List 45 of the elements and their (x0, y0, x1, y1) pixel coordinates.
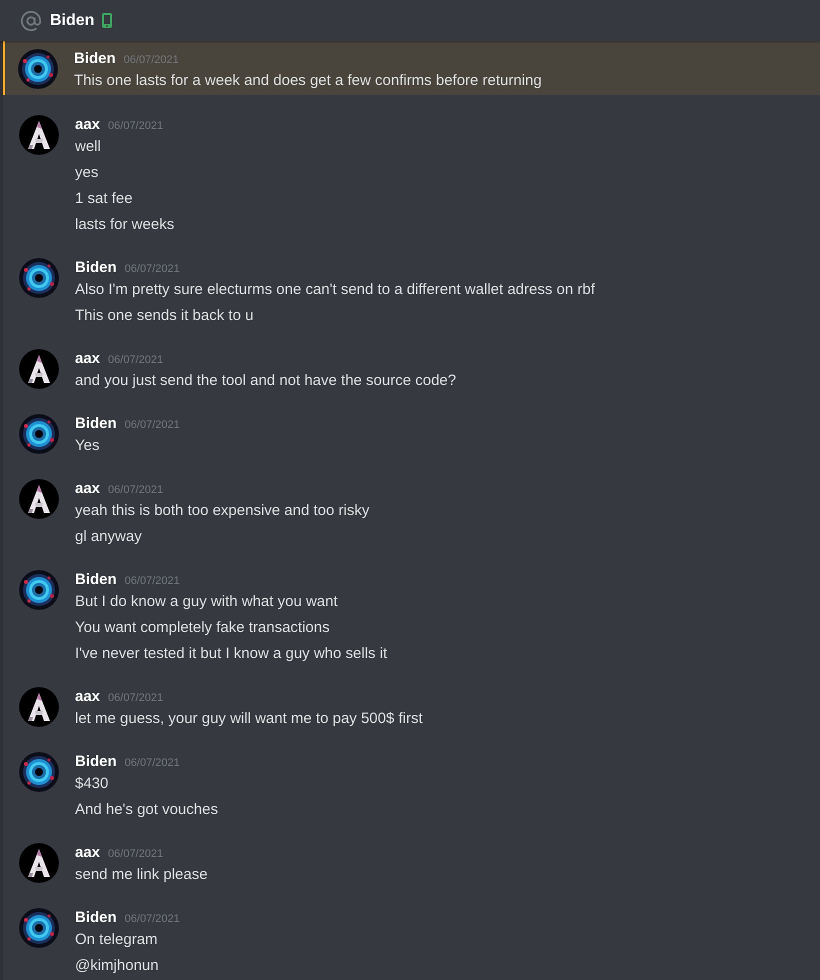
timestamp: 06/07/2021 (124, 262, 180, 277)
username[interactable]: Biden (75, 907, 117, 930)
channel-title: Biden (50, 10, 94, 30)
username[interactable]: Biden (75, 257, 117, 280)
username[interactable]: aax (75, 114, 100, 136)
username[interactable]: aax (75, 842, 100, 864)
timestamp: 06/07/2021 (108, 353, 164, 368)
message-text: yeah this is both too expensive and too risky (75, 501, 370, 521)
timestamp: 06/07/2021 (108, 119, 164, 134)
timestamp: 06/07/2021 (124, 912, 180, 927)
username[interactable]: aax (75, 348, 100, 370)
username[interactable]: Biden (74, 48, 116, 70)
timestamp: 06/07/2021 (108, 483, 164, 498)
username[interactable]: aax (75, 686, 100, 708)
message-text: and you just send the tool and not have the source code? (75, 371, 456, 391)
timestamp: 06/07/2021 (108, 847, 164, 862)
message-text: @kimjhonun (75, 956, 160, 976)
message-text: But I do know a guy with what you want (75, 592, 339, 612)
message-text: yes (75, 163, 100, 183)
message-text: let me guess, your guy will want me to pay 500$ first (75, 709, 423, 729)
message-text: gl anyway (75, 527, 143, 547)
message-text: I've never tested it but I know a guy who sells it (75, 644, 388, 664)
timestamp: 06/07/2021 (124, 53, 179, 68)
username[interactable]: Biden (75, 413, 117, 436)
timestamp: 06/07/2021 (108, 691, 164, 706)
message-text: $430 (75, 774, 110, 794)
message-text: Also I'm pretty sure electurms one can't send to a different wallet adress on rbf (75, 280, 595, 300)
message-text: Yes (75, 436, 100, 456)
timestamp: 06/07/2021 (124, 574, 180, 589)
username[interactable]: Biden (75, 751, 117, 774)
at-sign-icon (20, 10, 42, 32)
message-text: And he's got vouches (75, 800, 218, 820)
message-text: On telegram (75, 930, 159, 950)
message-text: 1 sat fee (75, 189, 134, 209)
message-text: lasts for weeks (75, 215, 174, 235)
timestamp: 06/07/2021 (124, 418, 180, 433)
message-text: This one lasts for a week and does get a few confirms before returning (74, 71, 542, 91)
username[interactable]: Biden (75, 569, 117, 592)
message-text: send me link please (75, 865, 208, 885)
message-text: well (75, 137, 102, 157)
mobile-phone-icon (102, 13, 112, 28)
message-text: You want completely fake transactions (75, 618, 331, 638)
message-text: This one sends it back to u (75, 306, 254, 326)
username[interactable]: aax (75, 478, 100, 500)
timestamp: 06/07/2021 (124, 756, 180, 771)
